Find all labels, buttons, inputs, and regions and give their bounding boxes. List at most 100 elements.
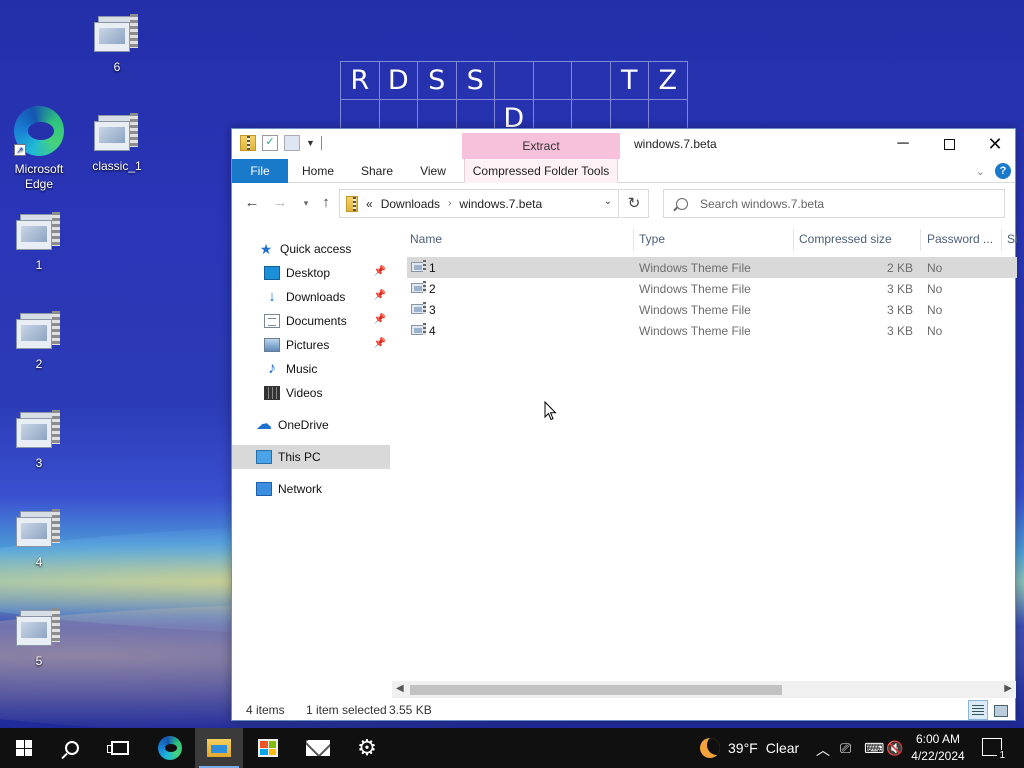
meet-now-icon[interactable]: ⎚ bbox=[840, 740, 851, 757]
file-list: ⌃ Name Type Compressed size Password ...… bbox=[407, 225, 1017, 681]
quick-access-toolbar: ✓ ▼ bbox=[240, 135, 322, 151]
new-folder-icon[interactable] bbox=[284, 135, 300, 151]
desktop-icon-label: 4 bbox=[35, 555, 43, 569]
start-button[interactable] bbox=[0, 728, 48, 768]
help-icon[interactable]: ? bbox=[995, 163, 1011, 179]
mail-icon bbox=[306, 740, 330, 756]
taskbar-edge[interactable] bbox=[146, 728, 194, 768]
customize-toolbar-dropdown-icon[interactable]: ▼ bbox=[306, 138, 315, 148]
file-explorer-icon bbox=[207, 739, 231, 757]
column-divider[interactable] bbox=[633, 229, 634, 251]
nav-item-videos[interactable]: Videos bbox=[232, 381, 390, 405]
shortcut-arrow-icon: ↗ bbox=[14, 144, 26, 156]
column-divider[interactable] bbox=[920, 229, 921, 251]
nav-item-onedrive[interactable]: ☁ OneDrive bbox=[232, 413, 390, 437]
search-button[interactable] bbox=[48, 728, 96, 768]
show-hidden-icons-chevron-icon[interactable]: ︿ bbox=[816, 740, 830, 760]
desktop-icon-3[interactable]: 3 bbox=[0, 410, 78, 471]
file-password: No bbox=[927, 282, 943, 296]
file-row[interactable]: 3 Windows Theme File 3 KB No bbox=[407, 299, 1017, 320]
nav-item-this-pc[interactable]: This PC bbox=[232, 445, 390, 469]
forward-button[interactable]: → bbox=[270, 193, 290, 213]
file-row[interactable]: 4 Windows Theme File 3 KB No bbox=[407, 320, 1017, 341]
nav-item-documents[interactable]: Documents 📌 bbox=[232, 309, 390, 333]
taskbar-store[interactable] bbox=[244, 728, 292, 768]
scrollbar-thumb[interactable] bbox=[410, 685, 782, 695]
theme-file-icon bbox=[16, 608, 62, 648]
pin-icon: 📌 bbox=[373, 338, 386, 349]
nav-item-music[interactable]: ♪ Music bbox=[232, 357, 390, 381]
clock-date: 4/22/2024 bbox=[911, 749, 965, 763]
column-header-name[interactable]: Name bbox=[410, 232, 442, 246]
column-header-password[interactable]: Password ... bbox=[927, 232, 993, 246]
desktop-icon-2[interactable]: 2 bbox=[0, 311, 78, 372]
taskbar-mail[interactable] bbox=[294, 728, 342, 768]
breadcrumb-downloads[interactable]: Downloads bbox=[381, 197, 440, 211]
desktop-icon-6[interactable]: 6 bbox=[78, 14, 156, 75]
extract-context-tab[interactable]: Extract bbox=[462, 133, 620, 159]
nav-item-label: Documents bbox=[286, 314, 347, 328]
address-history-dropdown-icon[interactable]: ⌄ bbox=[604, 196, 612, 207]
clock-time: 6:00 AM bbox=[915, 732, 961, 746]
maximize-button[interactable] bbox=[926, 129, 972, 159]
nav-item-quick-access[interactable]: ★ Quick access bbox=[232, 237, 390, 261]
breadcrumb-current[interactable]: windows.7.beta bbox=[459, 197, 542, 211]
tab-view[interactable]: View bbox=[410, 159, 456, 183]
column-header-compressed-size[interactable]: Compressed size bbox=[799, 232, 892, 246]
desktop-icon-edge[interactable]: ↗ Microsoft Edge bbox=[0, 106, 78, 192]
taskbar-file-explorer[interactable] bbox=[195, 728, 243, 768]
file-size: 3 KB bbox=[886, 282, 913, 296]
column-divider[interactable] bbox=[793, 229, 794, 251]
breadcrumb-overflow[interactable]: « bbox=[366, 197, 373, 211]
back-button[interactable]: ← bbox=[242, 193, 262, 213]
address-bar[interactable]: « Downloads › windows.7.beta ⌄ bbox=[339, 189, 619, 218]
nav-item-label: OneDrive bbox=[278, 418, 329, 432]
notification-center-button[interactable]: 1 bbox=[982, 738, 1007, 761]
details-view-button[interactable] bbox=[968, 700, 988, 720]
weather-widget[interactable]: 39°F Clear bbox=[700, 728, 799, 768]
scroll-right-arrow-icon[interactable]: ▶ bbox=[1004, 683, 1012, 694]
tab-home[interactable]: Home bbox=[292, 159, 344, 183]
toolbar-separator bbox=[320, 136, 322, 150]
large-icons-view-button[interactable] bbox=[990, 700, 1010, 720]
nav-item-desktop[interactable]: Desktop 📌 bbox=[232, 261, 390, 285]
network-icon bbox=[256, 482, 272, 496]
desktop-icon-5[interactable]: 5 bbox=[0, 608, 78, 669]
clock[interactable]: 6:00 AM 4/22/2024 bbox=[908, 731, 968, 765]
column-header-size[interactable]: Si bbox=[1007, 232, 1017, 246]
file-password: No bbox=[927, 303, 943, 317]
minimize-button[interactable]: ─ bbox=[880, 129, 926, 159]
task-view-icon bbox=[107, 741, 129, 755]
column-divider[interactable] bbox=[1001, 229, 1002, 251]
properties-icon[interactable]: ✓ bbox=[262, 135, 278, 151]
task-view-button[interactable] bbox=[96, 728, 144, 768]
nav-item-pictures[interactable]: Pictures 📌 bbox=[232, 333, 390, 357]
refresh-button[interactable]: ↻ bbox=[620, 189, 649, 218]
nav-item-label: Pictures bbox=[286, 338, 330, 352]
nav-item-network[interactable]: Network bbox=[232, 477, 390, 501]
recent-locations-chevron-icon[interactable]: ▾ bbox=[296, 193, 316, 213]
network-icon[interactable]: ⌨ bbox=[864, 740, 884, 757]
file-row[interactable]: 1 Windows Theme File 2 KB No bbox=[407, 257, 1017, 278]
nav-item-downloads[interactable]: ↓ Downloads 📌 bbox=[232, 285, 390, 309]
expand-ribbon-chevron-icon[interactable]: ⌄ bbox=[976, 165, 985, 178]
tab-compressed-folder-tools[interactable]: Compressed Folder Tools bbox=[464, 159, 618, 183]
desktop-icon-4[interactable]: 4 bbox=[0, 509, 78, 570]
store-icon bbox=[258, 739, 278, 757]
breadcrumb-arrow-icon[interactable]: › bbox=[448, 198, 451, 209]
desktop-icon-classic-1[interactable]: classic_1 bbox=[78, 113, 156, 174]
tab-share[interactable]: Share bbox=[352, 159, 402, 183]
scroll-left-arrow-icon[interactable]: ◀ bbox=[396, 683, 404, 694]
title-bar[interactable]: ✓ ▼ Extract windows.7.beta ─ ✕ bbox=[232, 129, 1015, 159]
tab-file[interactable]: File bbox=[232, 159, 288, 183]
up-button[interactable]: ↑ bbox=[316, 193, 336, 213]
desktop-icon-1[interactable]: 1 bbox=[0, 212, 78, 273]
close-button[interactable]: ✕ bbox=[972, 129, 1018, 159]
file-row[interactable]: 2 Windows Theme File 3 KB No bbox=[407, 278, 1017, 299]
search-box[interactable] bbox=[663, 189, 1005, 218]
column-header-type[interactable]: Type bbox=[639, 232, 665, 246]
horizontal-scrollbar[interactable]: ◀ ▶ bbox=[392, 681, 1016, 698]
volume-muted-icon[interactable]: 🔇 bbox=[886, 740, 903, 757]
taskbar-settings[interactable]: ⚙ bbox=[343, 728, 391, 768]
search-input[interactable] bbox=[700, 196, 1000, 211]
